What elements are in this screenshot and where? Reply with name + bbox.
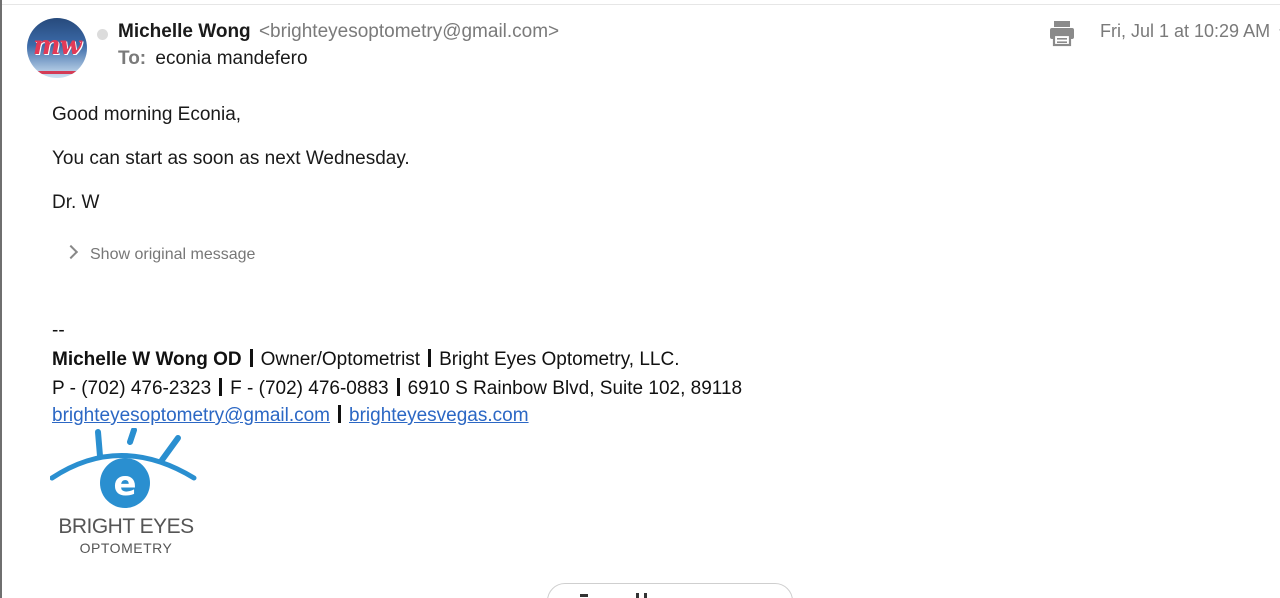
signature-name: Michelle W Wong OD	[52, 349, 242, 370]
separator-bar	[338, 405, 342, 423]
logo-letter: e	[113, 464, 136, 504]
more-options-icon[interactable]: ⌄	[1276, 18, 1280, 38]
sender-avatar[interactable]: mw	[27, 18, 87, 78]
signature-email-link[interactable]: brighteyesoptometry@gmail.com	[52, 405, 330, 426]
signature-address: 6910 S Rainbow Blvd, Suite 102, 89118	[407, 378, 743, 399]
separator-bar	[428, 349, 432, 367]
separator-bar	[396, 378, 400, 396]
separator-bar	[219, 378, 223, 396]
signature-title: Owner/Optometrist	[260, 349, 421, 370]
sender-line: Michelle Wong <brighteyesoptometry@gmail…	[118, 21, 559, 43]
signature-company: Bright Eyes Optometry, LLC.	[439, 349, 680, 370]
message-text: You can start as soon as next Wednesday.	[52, 148, 410, 169]
greeting-text: Good morning Econia,	[52, 104, 242, 125]
signoff-text: Dr. W	[52, 192, 100, 213]
message-datetime: Fri, Jul 1 at 10:29 AM	[1100, 21, 1271, 41]
top-divider	[2, 4, 1280, 5]
chevron-right-icon	[63, 244, 79, 260]
sender-email[interactable]: <brighteyesoptometry@gmail.com>	[259, 21, 559, 42]
printer-icon[interactable]	[1047, 18, 1077, 48]
signature-fax: F - (702) 476-0883	[230, 378, 389, 399]
signature-name-line: Michelle W Wong OD Owner/Optometrist Brigh…	[52, 349, 680, 371]
logo-title: BRIGHT EYES	[58, 515, 194, 538]
recipient-name[interactable]: econia mandefero	[155, 48, 307, 69]
signature-website-link[interactable]: brighteyesvegas.com	[349, 405, 529, 426]
signature-phone: P - (702) 476-2323	[52, 378, 212, 399]
show-original-message-toggle[interactable]: Show original message	[63, 244, 256, 264]
show-original-label: Show original message	[90, 246, 256, 263]
presence-dot-icon	[97, 29, 108, 40]
recipient-line: To: econia mandefero	[118, 48, 308, 70]
to-label: To:	[118, 48, 147, 69]
separator-bar	[249, 349, 253, 367]
avatar-monogram: mw	[33, 31, 82, 61]
signature-links-line: brighteyesoptometry@gmail.com brighteyesv…	[52, 405, 529, 427]
avatar-stripe	[27, 71, 87, 74]
signature-contact-line: P - (702) 476-2323 F - (702) 476-0883 6910…	[52, 378, 742, 400]
bottom-action-pill[interactable]	[547, 583, 793, 598]
logo-subtitle: OPTOMETRY	[79, 540, 173, 556]
signature-dashes: --	[52, 320, 65, 341]
sender-name[interactable]: Michelle Wong	[118, 21, 251, 42]
email-message-view: mw Michelle Wong <brighteyesoptometry@gm…	[0, 0, 1280, 598]
